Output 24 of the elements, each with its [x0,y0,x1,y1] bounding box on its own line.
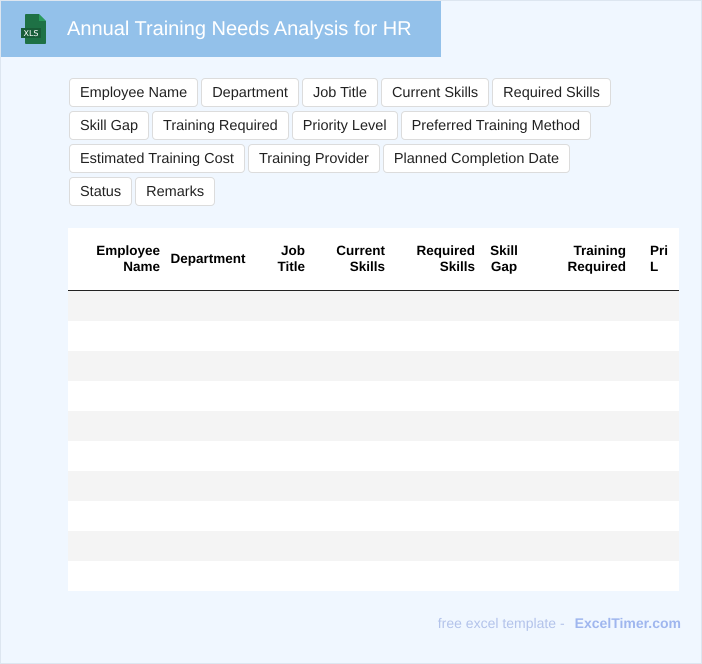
column-header: Current Skills [335,243,385,275]
field-tag-button[interactable]: Preferred Training Method [400,111,592,140]
column-header: Required Skills [415,243,475,275]
field-tag-button[interactable]: Status [69,177,132,206]
field-tag-button[interactable]: Job Title [302,78,378,107]
field-tag-button[interactable]: Department [201,78,299,107]
field-tag-button[interactable]: Current Skills [380,78,490,107]
field-tag-button[interactable]: Planned Completion Date [382,144,570,173]
page-title: Annual Training Needs Analysis for HR [67,18,412,40]
column-header: Training Required [566,243,626,275]
field-tag-button[interactable]: Training Required [152,111,289,140]
field-tag-button[interactable]: Skill Gap [69,111,150,140]
column-header: Job Title [276,243,305,275]
column-header: Department [169,251,246,267]
column-header: Pri L [649,243,670,275]
field-tag-button[interactable]: Priority Level [292,111,398,140]
field-tag-button[interactable]: Training Provider [248,144,380,173]
footer-text: free excel template - [438,615,565,631]
field-tag-button[interactable]: Remarks [135,177,216,206]
field-tag-button[interactable]: Required Skills [492,78,611,107]
field-tag-button[interactable]: Employee Name [69,78,198,107]
field-tag-button[interactable]: Estimated Training Cost [69,144,245,173]
column-header: Skill Gap [489,243,519,275]
column-header: Employee Name [95,243,160,275]
